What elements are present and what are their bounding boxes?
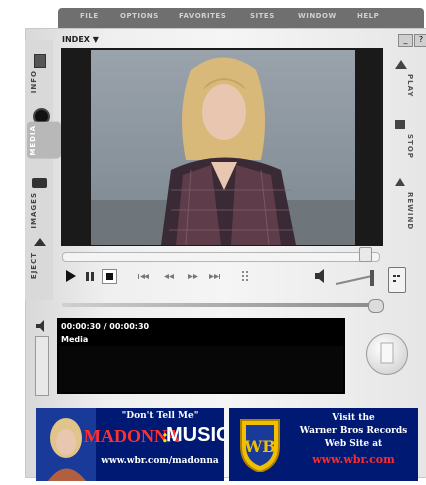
menu-file[interactable]: FILE — [80, 12, 99, 20]
time-display: 00:00:30 / 00:00:30 — [61, 322, 150, 331]
vertical-volume-slider[interactable] — [35, 336, 49, 396]
media-list[interactable] — [59, 346, 343, 392]
banner-right-line1: Visit the — [332, 413, 375, 423]
minimize-button[interactable]: _ — [398, 34, 413, 47]
menu-help[interactable]: HELP — [357, 12, 379, 20]
banner-quote: "Don't Tell Me" — [121, 411, 199, 421]
wb-logo-text: WB — [243, 437, 276, 456]
speaker-small-icon — [36, 320, 44, 332]
skip-forward-icon[interactable] — [208, 266, 222, 286]
pause-icon[interactable] — [84, 266, 96, 286]
playlist-icon[interactable] — [240, 266, 252, 286]
round-action-button[interactable] — [366, 333, 408, 375]
rewind-tab-icon — [395, 178, 405, 186]
menu-options[interactable]: OPTIONS — [120, 12, 159, 20]
warner-banner[interactable]: WB Visit the Warner Bros Records Web Sit… — [229, 408, 418, 481]
fast-forward-icon[interactable] — [186, 266, 200, 286]
banner-left-url[interactable]: www.wbr.com/madonna — [96, 456, 224, 466]
banner-artist: MADONNA — [84, 426, 180, 446]
madonna-banner[interactable]: "Don't Tell Me" MADONNA : MUSIC www.wbr.… — [36, 408, 224, 481]
tab-eject[interactable]: EJECT — [30, 252, 60, 279]
menu-window[interactable]: WINDOW — [298, 12, 337, 20]
visualization-icon — [393, 275, 400, 282]
video-frame — [91, 50, 355, 246]
banner-music: MUSIC — [166, 424, 224, 446]
balance-slider[interactable] — [62, 303, 382, 307]
balance-slider-handle[interactable] — [368, 299, 384, 313]
tab-images[interactable]: IMAGES — [30, 192, 60, 229]
video-figure — [91, 57, 355, 246]
visualization-button[interactable] — [388, 267, 406, 293]
menu-favorites[interactable]: FAVORITES — [179, 12, 226, 20]
banner-right-line2: Warner Bros Records — [299, 426, 408, 436]
banner-right-url[interactable]: www.wbr.com — [289, 453, 418, 466]
media-label: Media — [61, 335, 89, 344]
document-icon — [380, 342, 394, 364]
wb-shield-logo: WB — [240, 419, 280, 472]
speaker-icon[interactable] — [314, 266, 328, 286]
banner-right-line3: Web Site at — [324, 439, 383, 449]
camera-icon — [32, 178, 47, 188]
info-icon — [34, 54, 46, 68]
transport-controls — [62, 266, 392, 294]
play-icon[interactable] — [64, 266, 78, 286]
stop-icon[interactable] — [102, 266, 118, 286]
close-button[interactable]: ? — [414, 34, 426, 47]
tab-media[interactable]: MEDIA — [27, 122, 61, 159]
index-dropdown[interactable]: INDEX ▼ — [62, 35, 99, 44]
tab-play[interactable]: PLAY — [394, 74, 414, 97]
seek-bar[interactable] — [62, 252, 380, 262]
volume-slider-icon[interactable] — [334, 266, 376, 286]
stop-tab-icon — [395, 120, 405, 129]
menu-sites[interactable]: SITES — [250, 12, 275, 20]
tab-stop[interactable]: STOP — [394, 134, 414, 159]
rewind-icon[interactable] — [162, 266, 176, 286]
skip-back-icon[interactable] — [136, 266, 150, 286]
play-tab-icon — [395, 60, 407, 69]
video-display[interactable] — [61, 48, 383, 246]
seek-handle[interactable] — [359, 247, 373, 262]
tab-info[interactable]: INFO — [30, 70, 60, 93]
tab-rewind[interactable]: REWIND — [394, 192, 414, 230]
media-info-panel: 00:00:30 / 00:00:30 Media — [57, 318, 345, 394]
eject-icon — [34, 238, 46, 246]
menu-bar: FILE OPTIONS FAVORITES SITES WINDOW HELP — [58, 8, 424, 30]
